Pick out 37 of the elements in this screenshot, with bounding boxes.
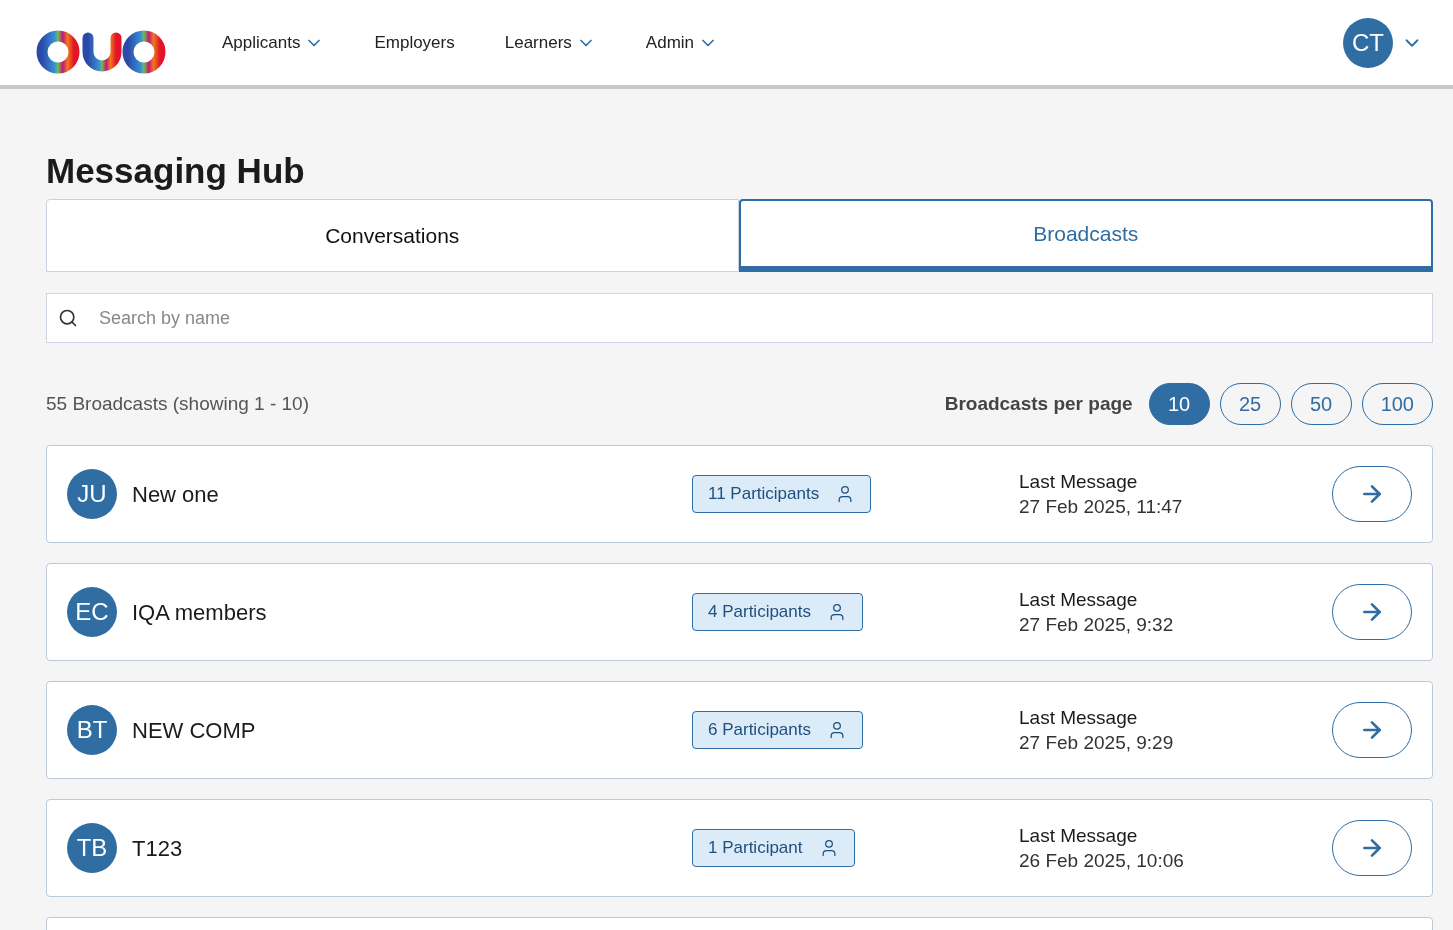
broadcast-card[interactable]: TB T123 1 Participant Last Message 26 Feb 2025, 10:06 bbox=[46, 799, 1433, 897]
participants-badge[interactable]: 1 Participant bbox=[692, 829, 855, 867]
search-field[interactable]: Search by name bbox=[46, 293, 1433, 343]
broadcast-name: NEW COMP bbox=[132, 716, 257, 745]
last-message-label: Last Message bbox=[1019, 706, 1139, 730]
results-count: 55 Broadcasts (showing 1 - 10) bbox=[46, 391, 309, 416]
search-icon bbox=[58, 308, 78, 328]
participants-badge[interactable]: 4 Participants bbox=[692, 593, 863, 631]
initials-avatar: JU bbox=[67, 469, 117, 519]
last-message-label: Last Message bbox=[1019, 588, 1139, 612]
broadcast-card[interactable]: JU New one 11 Participants Last Message 27 Feb 2025, 11:47 bbox=[46, 445, 1433, 543]
per-page-label: Broadcasts per page bbox=[944, 391, 1133, 416]
tab[interactable]: Conversations bbox=[46, 199, 739, 272]
broadcast-name: T123 bbox=[132, 834, 184, 863]
tab[interactable]: Broadcasts bbox=[738, 199, 1433, 272]
last-message-label: Last Message bbox=[1019, 470, 1139, 494]
nav-menu-item[interactable]: Admin bbox=[645, 29, 719, 56]
last-message-label: Last Message bbox=[1019, 824, 1139, 848]
last-message-time: 27 Feb 2025, 9:32 bbox=[1019, 613, 1174, 637]
participants-badge[interactable]: 6 Participants bbox=[692, 711, 863, 749]
broadcast-name: New one bbox=[132, 480, 220, 509]
nav-menu-item[interactable]: Employers bbox=[374, 29, 455, 56]
participants-badge[interactable]: 11 Participants bbox=[692, 475, 872, 513]
initials-avatar: BT bbox=[67, 705, 117, 755]
nav-menu-item[interactable]: Learners bbox=[504, 29, 596, 56]
user-avatar[interactable]: CT bbox=[1343, 17, 1393, 68]
initials-avatar: TB bbox=[67, 823, 117, 873]
last-message-time: 27 Feb 2025, 9:29 bbox=[1019, 731, 1174, 755]
page-title: Messaging Hub bbox=[46, 150, 306, 192]
nav-menu-item[interactable]: Applicants bbox=[222, 29, 325, 56]
last-message-time: 26 Feb 2025, 10:06 bbox=[1019, 849, 1184, 873]
last-message-time: 27 Feb 2025, 11:47 bbox=[1019, 495, 1183, 519]
broadcast-card[interactable]: BT NEW COMP 6 Participants Last Message 27 Feb 2025, 9:29 bbox=[46, 681, 1433, 779]
broadcast-card[interactable]: EC IQA members 4 Participants Last Message 27 Feb 2025, 9:32 bbox=[46, 563, 1433, 661]
initials-avatar: EC bbox=[67, 587, 117, 637]
page-size-option[interactable]: 10 bbox=[1148, 383, 1210, 425]
broadcast-name: IQA members bbox=[132, 598, 268, 627]
